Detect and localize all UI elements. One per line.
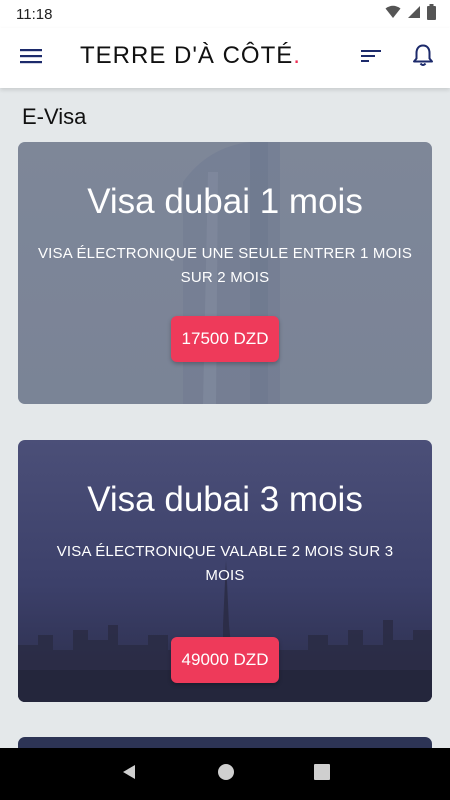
- wifi-icon: [385, 5, 401, 24]
- brand-logo: TERRE D'À CÔTÉ.: [80, 42, 301, 70]
- section-title: E-Visa: [22, 104, 87, 129]
- notifications-button[interactable]: [410, 43, 436, 71]
- brand-dot: .: [293, 42, 301, 69]
- sort-icon: [360, 48, 382, 69]
- card-content: Visa dubai 1 mois VISA ÉLECTRONIQUE UNE …: [18, 142, 432, 362]
- home-icon[interactable]: [217, 763, 235, 786]
- menu-button[interactable]: [18, 45, 44, 71]
- status-bar: 11:18: [0, 0, 450, 28]
- brand-text: TERRE D'À CÔTÉ: [80, 42, 294, 69]
- card-description: VISA ÉLECTRONIQUE UNE SEULE ENTRER 1 MOI…: [37, 245, 413, 286]
- menu-icon: [19, 47, 43, 70]
- card-title: Visa dubai 3 mois: [87, 480, 363, 519]
- card-title: Visa dubai 1 mois: [87, 182, 363, 221]
- status-icons: [385, 3, 436, 25]
- sort-button[interactable]: [358, 45, 384, 71]
- recents-icon[interactable]: [314, 763, 331, 785]
- price-button[interactable]: 17500 DZD: [170, 316, 280, 362]
- bell-icon: [412, 43, 434, 72]
- price-button[interactable]: 49000 DZD: [170, 637, 280, 683]
- status-time: 11:18: [16, 5, 53, 23]
- battery-icon: [427, 3, 436, 25]
- system-nav-bar: [0, 748, 450, 800]
- card-description: VISA ÉLECTRONIQUE VALABLE 2 MOIS SUR 3 M…: [56, 543, 394, 584]
- signal-icon: [407, 5, 421, 24]
- card-content: Visa dubai 3 mois VISA ÉLECTRONIQUE VALA…: [18, 440, 432, 683]
- visa-card[interactable]: Visa dubai 3 mois VISA ÉLECTRONIQUE VALA…: [18, 440, 432, 702]
- back-icon[interactable]: [120, 763, 138, 786]
- app-bar: TERRE D'À CÔTÉ.: [0, 28, 450, 88]
- visa-card[interactable]: Visa dubai 1 mois VISA ÉLECTRONIQUE UNE …: [18, 142, 432, 404]
